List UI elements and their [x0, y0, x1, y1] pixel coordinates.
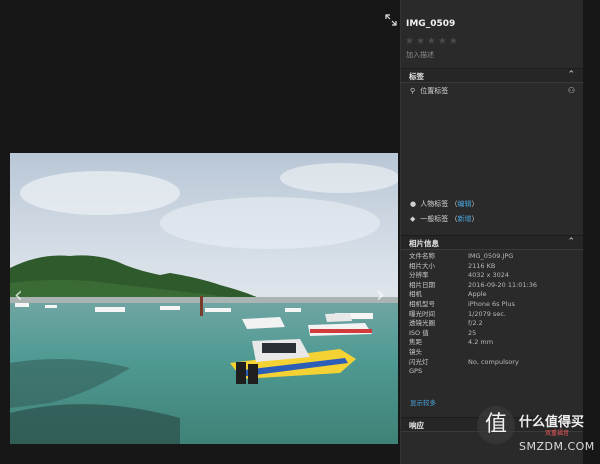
- photo-info-section-header[interactable]: 相片信息 ⌃: [401, 235, 583, 250]
- general-tag-label: 一般标签: [420, 215, 449, 223]
- geotag-person-icon[interactable]: ⚇: [568, 86, 575, 95]
- info-row: 相片日期 2016-09-20 11:01:36: [409, 281, 579, 291]
- info-value: 2116 KB: [468, 261, 496, 270]
- location-tag-label: 位置标签: [420, 87, 449, 95]
- info-value: 2016-09-20 11:01:36: [468, 280, 538, 289]
- info-value: f/2.2: [468, 319, 483, 328]
- info-key: 镜头: [409, 347, 422, 356]
- info-key: 相片日期: [409, 280, 435, 289]
- rating-stars[interactable]: ★★★★★: [405, 36, 460, 47]
- people-tag-edit-link[interactable]: 编辑: [457, 200, 471, 208]
- info-row: 相机型号 iPhone 6s Plus: [409, 300, 579, 310]
- info-value: 1/2079 sec.: [468, 309, 506, 318]
- info-row: 闪光灯 No, compulsory: [409, 358, 579, 368]
- info-key: GPS: [409, 367, 423, 376]
- info-row: 透镜光圈 f/2.2: [409, 319, 579, 329]
- info-key: 曝光时间: [409, 309, 435, 318]
- person-icon: ●: [410, 200, 417, 208]
- general-tag-row: ◆ 一般标签 （新增）: [410, 215, 479, 223]
- photo-title: IMG_0509: [406, 19, 456, 29]
- info-row: 分辨率 4032 x 3024: [409, 271, 579, 281]
- location-tag-row[interactable]: ⚲ 位置标签: [410, 86, 448, 96]
- info-row: ISO 值 25: [409, 329, 579, 339]
- info-row: GPS: [409, 367, 579, 377]
- add-description-link[interactable]: 加入描述: [406, 50, 434, 60]
- info-row: 相机 Apple: [409, 290, 579, 300]
- info-key: 分辨率: [409, 271, 429, 280]
- info-key: 透镜光圈: [409, 319, 435, 328]
- info-key: ISO 值: [409, 328, 429, 337]
- info-row: 曝光时间 1/2079 sec.: [409, 310, 579, 320]
- previous-photo-button[interactable]: ‹: [14, 285, 23, 307]
- tags-section-header[interactable]: 标签 ⌃: [401, 68, 583, 83]
- info-row: 文件名称 IMG_0509.JPG: [409, 252, 579, 262]
- general-tag-add-link[interactable]: 新增: [457, 215, 471, 223]
- chevron-up-icon[interactable]: ⌃: [567, 70, 575, 80]
- people-tag-row: ● 人物标签 （编辑）: [410, 200, 479, 208]
- smzdm-watermark: 值 什么值得买 双重福音 SMZDM.COM: [475, 404, 597, 458]
- info-value: Apple: [468, 290, 487, 299]
- smzdm-subtext: 双重福音: [545, 430, 570, 437]
- info-value: IMG_0509.JPG: [468, 252, 514, 260]
- photo-info-table: 文件名称 IMG_0509.JPG 相片大小 2116 KB 分辨率 4032 x 3…: [409, 252, 579, 377]
- info-value: No, compulsory: [468, 357, 519, 366]
- info-row: 相片大小 2116 KB: [409, 262, 579, 272]
- info-value: 4032 x 3024: [468, 271, 510, 280]
- response-section-label: 响应: [409, 421, 424, 430]
- info-panel: IMG_0509 ★★★★★ 加入描述 标签 ⌃ ⚲ 位置标签 ⚇ ● 人物标签…: [400, 0, 583, 464]
- chevron-up-icon[interactable]: ⌃: [567, 237, 575, 247]
- info-key: 相片大小: [409, 261, 435, 270]
- tags-section-label: 标签: [409, 72, 424, 81]
- info-value: 4.2 mm: [468, 338, 494, 347]
- info-value: 25: [468, 328, 477, 337]
- tag-icon: ◆: [410, 215, 416, 223]
- info-key: 相机: [409, 290, 422, 299]
- show-more-link[interactable]: 显示较多: [410, 397, 436, 407]
- smzdm-logo: 值: [477, 406, 515, 444]
- info-key: 闪光灯: [409, 357, 429, 366]
- info-row: 焦距 4.2 mm: [409, 338, 579, 348]
- next-photo-button[interactable]: ›: [376, 285, 385, 307]
- info-key: 文件名称: [409, 252, 435, 260]
- smzdm-brand: SMZDM.COM: [519, 440, 595, 453]
- photo-info-section-label: 相片信息: [409, 239, 439, 248]
- info-row: 镜头: [409, 348, 579, 358]
- info-key: 相机型号: [409, 299, 435, 308]
- expand-icon[interactable]: [385, 14, 397, 26]
- info-key: 焦距: [409, 338, 422, 347]
- photo-viewer: ‹ ›: [0, 0, 400, 464]
- location-pin-icon: ⚲: [410, 87, 416, 95]
- photo: [10, 153, 398, 444]
- info-value: iPhone 6s Plus: [468, 299, 515, 308]
- people-tag-label: 人物标签: [420, 200, 449, 208]
